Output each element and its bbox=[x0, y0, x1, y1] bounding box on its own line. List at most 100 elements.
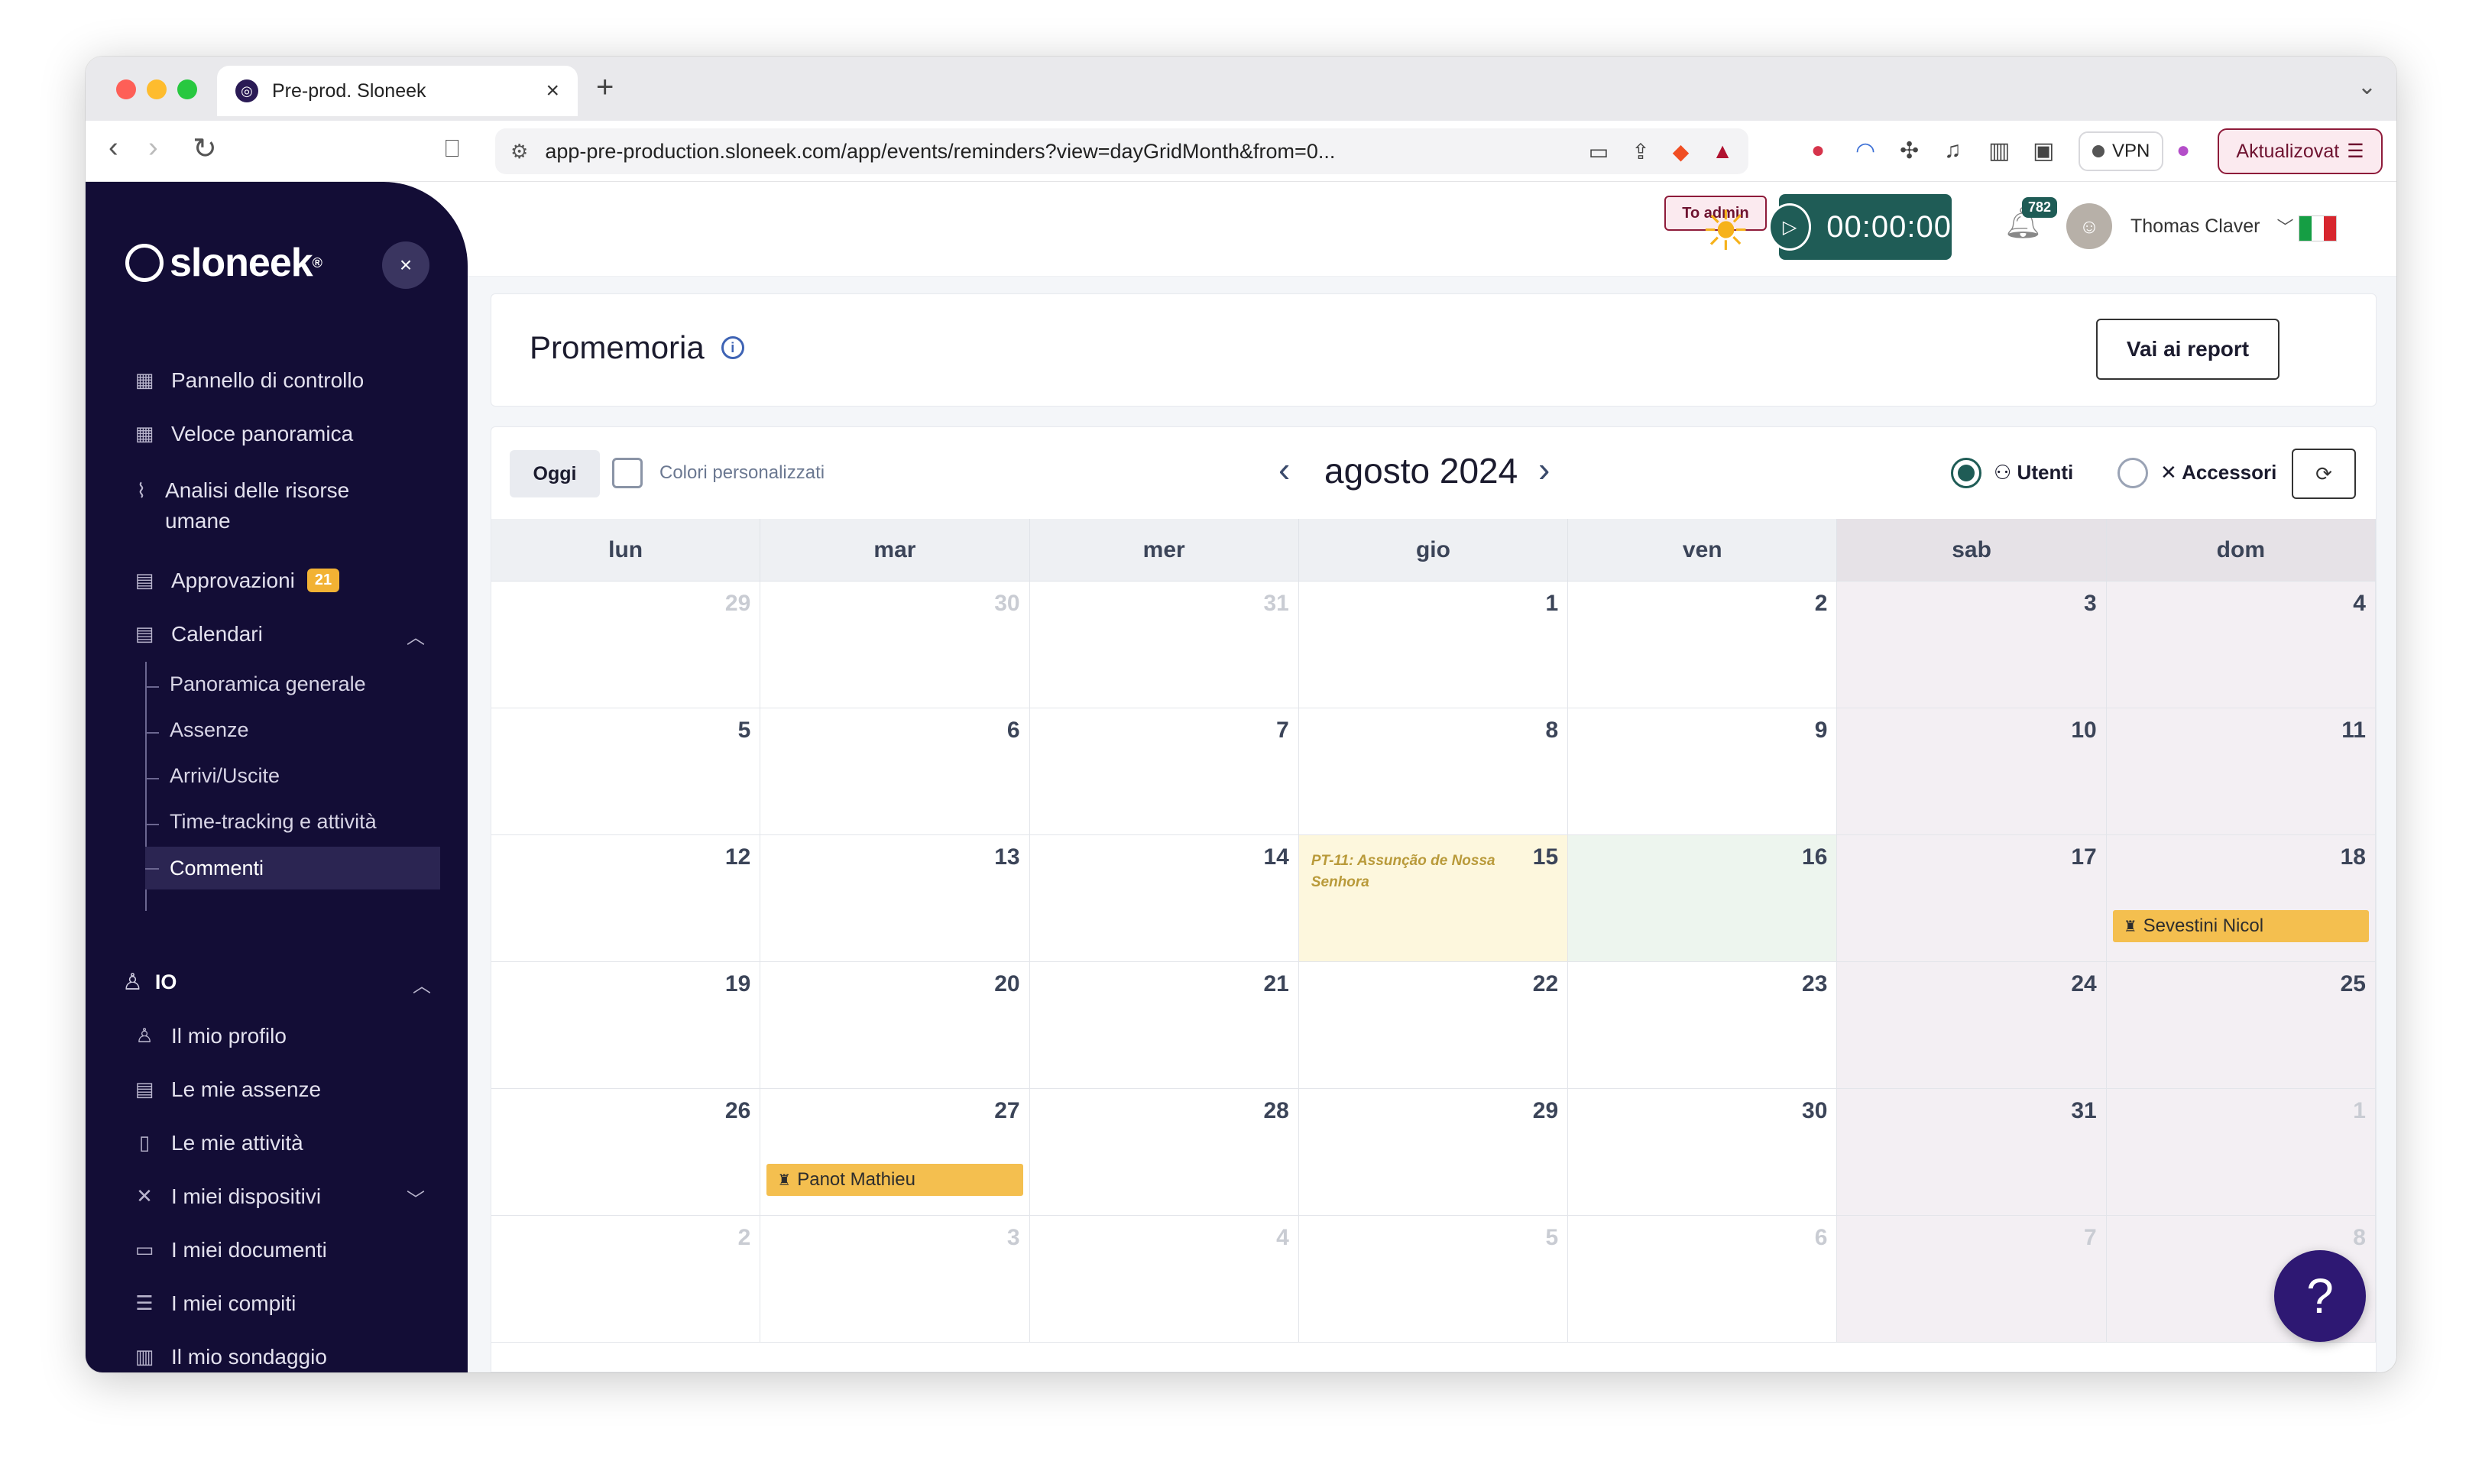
calendar-day[interactable]: 1 bbox=[2106, 1089, 2376, 1216]
day-number[interactable]: 22 bbox=[1533, 971, 1558, 997]
day-number[interactable]: 10 bbox=[2071, 718, 2096, 744]
sidebar-item-my-documents[interactable]: ▭ I miei documenti bbox=[131, 1238, 327, 1262]
calendar-day[interactable]: 10 bbox=[1837, 708, 2107, 835]
sidebar-sub-comments[interactable]: Commenti bbox=[145, 847, 440, 889]
calendar-day[interactable]: 31 bbox=[1837, 1089, 2107, 1216]
window-minimize-button[interactable] bbox=[147, 79, 167, 99]
day-number[interactable]: 15 bbox=[1533, 844, 1558, 870]
day-number[interactable]: 7 bbox=[2084, 1225, 2097, 1251]
calendar-day[interactable]: 30 bbox=[1568, 1089, 1838, 1216]
day-number[interactable]: 16 bbox=[1802, 844, 1827, 870]
calendar-day[interactable]: 25 bbox=[2106, 962, 2376, 1089]
wallet-icon[interactable]: ▣ bbox=[2033, 138, 2054, 164]
sidebar-item-my-survey[interactable]: ▥ Il mio sondaggio bbox=[131, 1345, 327, 1369]
sidebar-section-io[interactable]: ♙ IO bbox=[122, 969, 177, 996]
update-button[interactable]: Aktualizovat ☰ bbox=[2218, 128, 2383, 174]
sidebar-item-hr-analytics[interactable]: ⌇ Analisi delle risorse umane bbox=[131, 475, 361, 536]
media-icon[interactable]: ♫ bbox=[1944, 138, 1962, 164]
day-number[interactable]: 6 bbox=[1815, 1225, 1828, 1251]
users-filter-label[interactable]: ⚇ Utenti bbox=[1994, 461, 2073, 484]
calendar-day[interactable]: 29 bbox=[491, 582, 761, 708]
birthday-event[interactable]: ♜ Panot Mathieu bbox=[766, 1164, 1023, 1196]
day-number[interactable]: 24 bbox=[2071, 971, 2096, 997]
calendar-day[interactable]: 2 bbox=[491, 1216, 761, 1343]
day-number[interactable]: 12 bbox=[725, 844, 750, 870]
window-maximize-button[interactable] bbox=[177, 79, 197, 99]
forward-icon[interactable]: › bbox=[148, 131, 158, 164]
calendar-day[interactable]: 5 bbox=[491, 708, 761, 835]
calendar-day[interactable]: 2 bbox=[1568, 582, 1838, 708]
bookmark-icon[interactable]: ⎕ bbox=[445, 134, 459, 164]
sidebar-close-button[interactable]: × bbox=[382, 241, 429, 289]
sidebar-item-my-profile[interactable]: ♙ Il mio profilo bbox=[131, 1024, 287, 1048]
share-icon[interactable]: ⇪ bbox=[1631, 139, 1649, 164]
calendar-day[interactable]: 24 bbox=[1837, 962, 2107, 1089]
day-number[interactable]: 2 bbox=[1815, 591, 1828, 617]
day-number[interactable]: 7 bbox=[1276, 718, 1289, 744]
calendar-day[interactable]: 4 bbox=[1029, 1216, 1299, 1343]
calendar-day[interactable]: 21 bbox=[1029, 962, 1299, 1089]
calendar-day[interactable]: 26 bbox=[491, 1089, 761, 1216]
tab-close-icon[interactable]: × bbox=[546, 78, 559, 104]
tab-list-chevron-icon[interactable]: ⌄ bbox=[2357, 73, 2377, 100]
extension-icon[interactable]: ● bbox=[1811, 138, 1825, 164]
calendar-day[interactable]: 3 bbox=[1837, 582, 2107, 708]
day-number[interactable]: 18 bbox=[2341, 844, 2366, 870]
help-button[interactable]: ? bbox=[2274, 1250, 2366, 1342]
sidebar-sub-absences[interactable]: Assenze bbox=[145, 718, 249, 742]
calendar-day[interactable]: 11 bbox=[2106, 708, 2376, 835]
day-number[interactable]: 27 bbox=[994, 1098, 1019, 1124]
calendar-day[interactable]: 17 bbox=[1837, 835, 2107, 962]
day-number[interactable]: 30 bbox=[1802, 1098, 1827, 1124]
calendar-day[interactable]: 9 bbox=[1568, 708, 1838, 835]
calendar-day[interactable]: 4 bbox=[2106, 582, 2376, 708]
day-number[interactable]: 21 bbox=[1263, 971, 1288, 997]
day-number[interactable]: 25 bbox=[2341, 971, 2366, 997]
day-number[interactable]: 13 bbox=[994, 844, 1019, 870]
day-number[interactable]: 1 bbox=[2353, 1098, 2366, 1124]
day-number[interactable]: 31 bbox=[2071, 1098, 2096, 1124]
day-number[interactable]: 3 bbox=[1007, 1225, 1020, 1251]
calendar-day[interactable]: 7 bbox=[1837, 1216, 2107, 1343]
day-number[interactable]: 20 bbox=[994, 971, 1019, 997]
sidebar-item-quick-overview[interactable]: ▦ Veloce panoramica bbox=[131, 422, 353, 446]
day-number[interactable]: 8 bbox=[1545, 718, 1558, 744]
italy-flag-icon[interactable] bbox=[2299, 215, 2337, 241]
calendar-day[interactable]: 27 ♜ Panot Mathieu bbox=[760, 1089, 1030, 1216]
day-number[interactable]: 19 bbox=[725, 971, 750, 997]
day-number[interactable]: 9 bbox=[1815, 718, 1828, 744]
calendar-day[interactable]: 6 bbox=[1568, 1216, 1838, 1343]
sidebar-item-my-activities[interactable]: ▯ Le mie attività bbox=[131, 1131, 303, 1155]
calendar-day[interactable]: 13 bbox=[760, 835, 1030, 962]
day-number[interactable]: 17 bbox=[2071, 844, 2096, 870]
back-icon[interactable]: ‹ bbox=[109, 131, 118, 164]
sloneek-logo[interactable]: sloneek ® bbox=[125, 240, 322, 286]
next-month-icon[interactable]: › bbox=[1538, 449, 1550, 490]
day-number[interactable]: 29 bbox=[1533, 1098, 1558, 1124]
calendar-day[interactable]: 29 bbox=[1298, 1089, 1569, 1216]
day-number[interactable]: 4 bbox=[1276, 1225, 1289, 1251]
calendar-day[interactable]: 20 bbox=[760, 962, 1030, 1089]
day-number[interactable]: 23 bbox=[1802, 971, 1827, 997]
day-number[interactable]: 31 bbox=[1263, 591, 1288, 617]
users-radio[interactable] bbox=[1951, 458, 1981, 488]
site-settings-icon[interactable]: ⚙ bbox=[510, 140, 528, 164]
calendar-day[interactable]: 18 ♜ Sevestini Nicol bbox=[2106, 835, 2376, 962]
vpn-button[interactable]: VPN bbox=[2079, 131, 2164, 171]
day-number[interactable]: 2 bbox=[738, 1225, 751, 1251]
calendar-day[interactable]: 8 bbox=[1298, 708, 1569, 835]
time-tracker[interactable]: ▷ 00:00:00 bbox=[1768, 194, 1952, 260]
sidebar-toggle-icon[interactable]: ▥ bbox=[1988, 138, 2010, 164]
day-number[interactable]: 4 bbox=[2353, 591, 2366, 617]
accessories-filter-label[interactable]: ✕ Accessori bbox=[2160, 461, 2276, 484]
sidebar-item-my-tasks[interactable]: ☰ I miei compiti bbox=[131, 1291, 296, 1316]
day-number[interactable]: 30 bbox=[994, 591, 1019, 617]
sidebar-item-dashboard[interactable]: ▦ Pannello di controllo bbox=[131, 368, 364, 393]
notifications-bell-icon[interactable]: 🔔︎ 782 bbox=[2004, 197, 2058, 241]
brave-rewards-icon[interactable]: ▲ bbox=[1712, 139, 1733, 164]
profile-icon[interactable]: ● bbox=[2176, 138, 2190, 164]
sidebar-sub-overview[interactable]: Panoramica generale bbox=[145, 672, 366, 696]
play-icon[interactable]: ▷ bbox=[1768, 203, 1812, 251]
sidebar-sub-arrivals[interactable]: Arrivi/Uscite bbox=[145, 764, 280, 788]
info-icon[interactable]: i bbox=[721, 336, 744, 359]
